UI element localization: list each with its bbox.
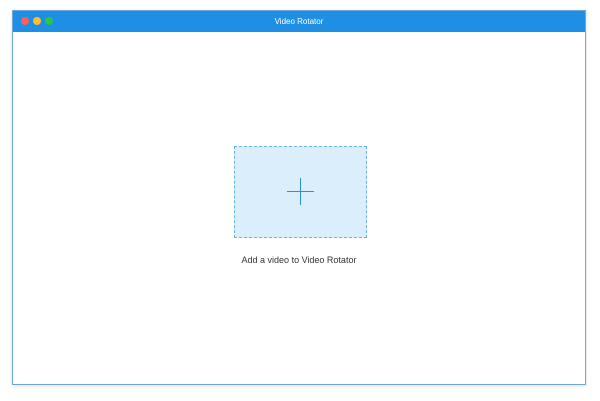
plus-icon [287, 178, 314, 205]
plus-icon-vertical-stroke [300, 178, 301, 205]
add-video-dropzone[interactable] [234, 146, 367, 238]
add-video-caption: Add a video to Video Rotator [241, 255, 357, 265]
app-window: Video Rotator Add a video to Video Rotat… [12, 10, 586, 385]
window-title: Video Rotator [274, 17, 324, 26]
title-bar[interactable]: Video Rotator [13, 11, 585, 32]
